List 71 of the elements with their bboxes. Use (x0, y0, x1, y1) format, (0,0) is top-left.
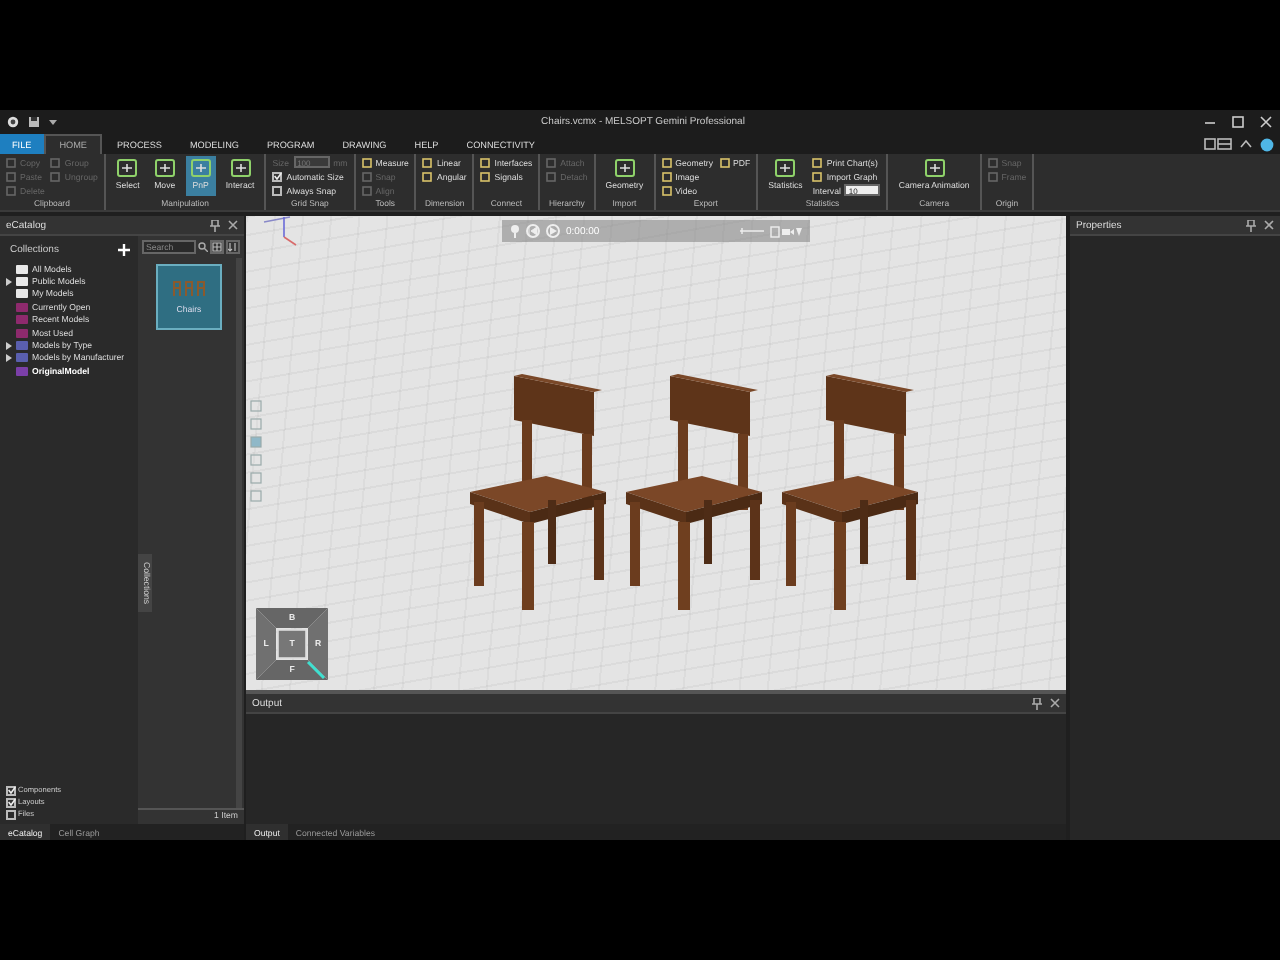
camera-icon (770, 225, 802, 237)
square-icon (661, 171, 672, 181)
play-icon (548, 226, 558, 236)
frame-icon (250, 436, 262, 448)
checkbox[interactable] (6, 785, 16, 795)
checkbox[interactable] (272, 171, 283, 181)
plus-icon (117, 244, 129, 256)
box-icon (613, 158, 636, 178)
box-icon (923, 158, 946, 178)
search-icon (198, 242, 208, 252)
app-logo-icon (6, 116, 20, 128)
square-icon (987, 157, 998, 167)
skip-back-icon (528, 226, 538, 236)
square-icon (661, 185, 672, 195)
box-icon (250, 472, 262, 484)
box-icon (116, 158, 139, 178)
close-icon (1260, 116, 1272, 128)
square-icon (812, 157, 823, 167)
square-icon (422, 171, 433, 181)
square-icon (6, 157, 16, 167)
square-icon (6, 185, 16, 195)
checkbox[interactable] (272, 185, 283, 195)
square-icon (546, 157, 557, 167)
pin-icon (1246, 219, 1256, 231)
collapse-icon (1240, 140, 1252, 148)
sort-icon (228, 242, 238, 252)
square-icon (422, 157, 433, 167)
square-icon (361, 185, 372, 195)
layout-icon (1204, 138, 1232, 150)
pin-icon (1032, 697, 1042, 709)
checkmark-icon (273, 172, 282, 180)
square-icon (50, 157, 61, 167)
layers-icon (250, 454, 262, 466)
speed-slider-icon (740, 228, 764, 234)
minimize-icon (1204, 116, 1216, 128)
fit-icon (250, 400, 262, 412)
box-icon (153, 158, 176, 178)
square-icon (546, 171, 557, 181)
close-icon (228, 220, 238, 230)
box-icon (774, 158, 797, 178)
square-icon (361, 171, 372, 181)
square-icon (361, 157, 372, 167)
zoom-icon (250, 418, 262, 430)
pin-icon (210, 219, 220, 231)
axis-indicator-icon (262, 216, 298, 246)
square-icon (6, 171, 16, 181)
view-button[interactable] (210, 240, 224, 254)
box-icon (229, 158, 252, 178)
square-icon (812, 171, 823, 181)
close-icon (1264, 220, 1274, 230)
save-icon (28, 116, 40, 128)
square-icon (987, 171, 998, 181)
add-button[interactable] (116, 243, 130, 257)
square-icon (480, 157, 491, 167)
square-icon (480, 171, 491, 181)
help-icon (1260, 137, 1274, 151)
pin-icon (510, 224, 520, 238)
dropdown-caret-icon (48, 118, 58, 126)
square-icon (50, 171, 61, 181)
expand-arrow-icon (6, 277, 12, 286)
checkbox[interactable] (6, 809, 16, 819)
maximize-icon (1232, 116, 1244, 128)
chairs-icon (171, 280, 207, 296)
grid-icon (212, 242, 222, 252)
box-icon (189, 158, 212, 178)
sort-button[interactable] (226, 240, 240, 254)
checkbox[interactable] (6, 797, 16, 807)
square-icon (661, 157, 672, 167)
close-icon (1050, 698, 1060, 708)
square-icon (719, 157, 730, 167)
ruler-icon (250, 490, 262, 502)
